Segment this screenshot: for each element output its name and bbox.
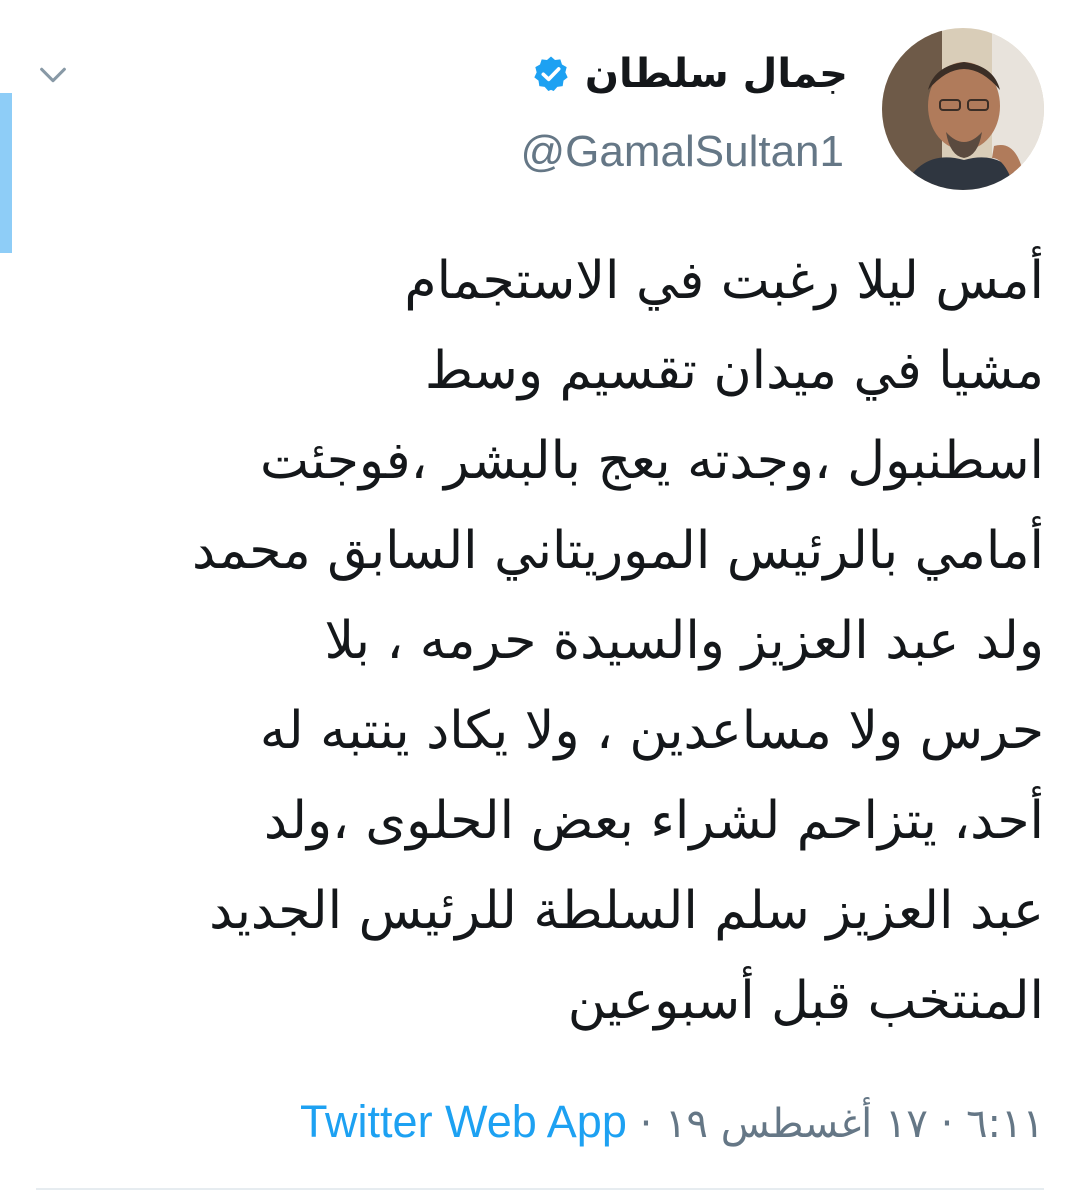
meta-separator: · [639,1101,653,1147]
tweet-text-line: أحد، يتزاحم لشراء بعض الحلوى ،ولد [263,791,1044,851]
tweet-text-line: اسطنبول ،وجدته يعج بالبشر ،فوجئت [260,431,1044,491]
verified-badge-icon [534,56,568,91]
author-handle[interactable]: @GamalSultan1 [521,124,845,180]
avatar[interactable] [882,28,1044,190]
meta-separator: · [940,1101,954,1147]
tweet-text-line: أمس ليلا رغبت في الاستجمام [404,251,1044,311]
tweet-text-line: أمامي بالرئيس الموريتاني السابق محمد [191,521,1044,581]
author-name-row[interactable]: جمال سلطان [531,44,848,104]
tweet-time[interactable]: ٦:١١ [966,1101,1044,1147]
tweet-text-line: ولد عبد العزيز والسيدة حرمه ، بلا [324,611,1044,671]
avatar-image [882,28,1044,190]
tweet-text: أمس ليلا رغبت في الاستجمام مشيا في ميدان… [36,236,1044,1046]
left-accent-bar [0,93,12,253]
tweet-text-line: مشيا في ميدان تقسيم وسط [424,341,1044,401]
tweet-text-line: المنتخب قبل أسبوعين [567,971,1044,1031]
author-display-name[interactable]: جمال سلطان [585,44,848,104]
tweet-date[interactable]: ١٧ أغسطس ١٩ [665,1101,928,1147]
tweet-text-line: حرس ولا مساعدين ، ولا يكاد ينتبه له [259,701,1044,761]
tweet-text-line: عبد العزيز سلم السلطة للرئيس الجديد [209,881,1044,941]
tweet-source-link[interactable]: Twitter Web App [300,1096,627,1147]
chevron-down-icon[interactable] [36,58,70,92]
tweet-meta: ٦:١١ · ١٧ أغسطس ١٩ · Twitter Web App [300,1094,1044,1152]
